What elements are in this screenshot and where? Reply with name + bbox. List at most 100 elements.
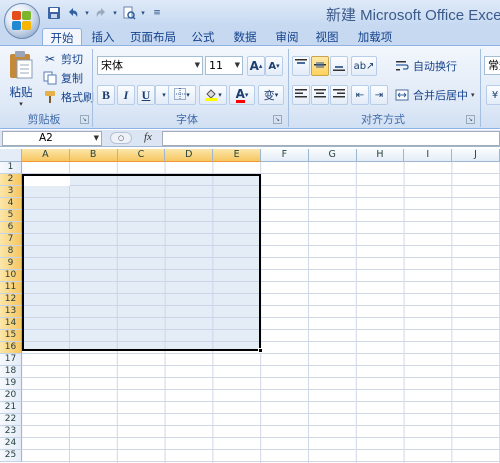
merge-center-button[interactable]: 合并后居中 ▾ <box>394 86 475 104</box>
font-name-value: 宋体 <box>101 59 123 72</box>
number-format-combo[interactable]: 常规 <box>484 56 500 75</box>
redo-icon[interactable] <box>93 5 109 21</box>
undo-icon[interactable] <box>65 5 81 21</box>
fill-handle[interactable] <box>258 348 263 353</box>
fill-color-button[interactable]: ▾ <box>199 85 227 105</box>
row-header-19[interactable]: 19 <box>0 378 22 390</box>
wrap-text-icon <box>394 58 410 74</box>
font-color-button[interactable]: A ▾ <box>229 85 255 105</box>
wrap-text-button[interactable]: 自动换行 <box>394 57 457 75</box>
row-header-10[interactable]: 10 <box>0 270 22 282</box>
shrink-font-button[interactable]: A ▾ <box>265 56 283 76</box>
row-header-25[interactable]: 25 <box>0 450 22 462</box>
column-header-e[interactable]: E <box>213 149 261 162</box>
row-header-2[interactable]: 2 <box>0 174 22 186</box>
orientation-button[interactable]: ab↗ <box>351 56 377 76</box>
increase-indent-button[interactable]: ⇥ <box>370 85 388 105</box>
row-header-23[interactable]: 23 <box>0 426 22 438</box>
column-header-c[interactable]: C <box>117 149 166 162</box>
row-header-1[interactable]: 1 <box>0 162 22 174</box>
row-header-8[interactable]: 8 <box>0 246 22 258</box>
column-header-a[interactable]: A <box>22 149 70 162</box>
alignment-dialog-launcher-icon[interactable]: ↘ <box>466 115 475 124</box>
align-middle-button[interactable] <box>311 56 329 76</box>
row-header-3[interactable]: 3 <box>0 186 22 198</box>
active-cell[interactable] <box>24 176 70 186</box>
row-header-13[interactable]: 13 <box>0 306 22 318</box>
print-preview-dropdown-icon[interactable]: ▾ <box>140 5 146 21</box>
scissors-icon: ✂ <box>44 52 56 66</box>
print-preview-icon[interactable] <box>121 5 137 21</box>
tab-data[interactable]: 数据 <box>230 28 260 46</box>
format-painter-button[interactable]: 格式刷 <box>42 88 94 106</box>
row-header-17[interactable]: 17 <box>0 354 22 366</box>
copy-button[interactable]: 复制 <box>42 69 83 87</box>
row-header-7[interactable]: 7 <box>0 234 22 246</box>
column-header-j[interactable]: J <box>452 149 500 162</box>
decrease-indent-button[interactable]: ⇤ <box>351 85 369 105</box>
row-header-11[interactable]: 11 <box>0 282 22 294</box>
font-size-combo[interactable]: 11 ▼ <box>205 56 243 75</box>
undo-dropdown-icon[interactable]: ▾ <box>84 5 90 21</box>
tab-view[interactable]: 视图 <box>312 28 342 46</box>
accounting-format-button[interactable]: ¥ <box>486 85 500 105</box>
font-dialog-launcher-icon[interactable]: ↘ <box>273 115 282 124</box>
tab-review[interactable]: 审阅 <box>272 28 302 46</box>
group-divider <box>480 49 481 127</box>
redo-dropdown-icon[interactable]: ▾ <box>112 5 118 21</box>
save-icon[interactable] <box>46 5 62 21</box>
row-header-5[interactable]: 5 <box>0 210 22 222</box>
row-header-21[interactable]: 21 <box>0 402 22 414</box>
decrease-indent-icon: ⇤ <box>355 89 365 101</box>
tab-addins[interactable]: 加载项 <box>354 28 396 46</box>
font-name-combo[interactable]: 宋体 ▼ <box>97 56 203 75</box>
row-header-9[interactable]: 9 <box>0 258 22 270</box>
row-header-24[interactable]: 24 <box>0 438 22 450</box>
underline-button[interactable]: U <box>137 85 155 105</box>
cut-button[interactable]: ✂ 剪切 <box>42 50 83 68</box>
phonetic-button[interactable]: 变 ▾ <box>258 85 284 105</box>
insert-function-icon[interactable]: fx <box>144 131 152 143</box>
column-header-f[interactable]: F <box>261 149 309 162</box>
paste-label: 粘贴 <box>9 85 33 99</box>
paste-button[interactable]: 粘贴 ▾ <box>4 50 38 108</box>
customize-qat-icon[interactable]: ≡ <box>149 5 165 21</box>
align-center-button[interactable] <box>311 85 329 105</box>
row-header-15[interactable]: 15 <box>0 330 22 342</box>
align-right-button[interactable] <box>330 85 348 105</box>
column-header-h[interactable]: H <box>356 149 405 162</box>
borders-icon <box>174 87 187 103</box>
row-header-14[interactable]: 14 <box>0 318 22 330</box>
row-header-12[interactable]: 12 <box>0 294 22 306</box>
tab-insert[interactable]: 插入 <box>88 28 118 46</box>
bold-button[interactable]: B <box>97 85 115 105</box>
name-box[interactable]: A2 ▼ <box>2 131 102 146</box>
tab-formulas[interactable]: 公式 <box>188 28 218 46</box>
formula-input[interactable] <box>162 131 500 146</box>
align-top-button[interactable] <box>292 56 310 76</box>
grow-font-button[interactable]: A ▴ <box>247 56 265 76</box>
column-header-d[interactable]: D <box>165 149 214 162</box>
row-header-22[interactable]: 22 <box>0 414 22 426</box>
row-header-20[interactable]: 20 <box>0 390 22 402</box>
row-header-6[interactable]: 6 <box>0 222 22 234</box>
column-header-i[interactable]: I <box>404 149 453 162</box>
clipboard-dialog-launcher-icon[interactable]: ↘ <box>80 115 89 124</box>
borders-button[interactable]: ▾ <box>168 85 196 105</box>
column-header-g[interactable]: G <box>308 149 357 162</box>
tab-page-layout[interactable]: 页面布局 <box>128 28 178 46</box>
selected-range[interactable] <box>22 174 261 351</box>
align-left-button[interactable] <box>292 85 310 105</box>
row-header-4[interactable]: 4 <box>0 198 22 210</box>
align-bottom-button[interactable] <box>330 56 348 76</box>
office-button[interactable] <box>4 3 40 39</box>
paste-dropdown-icon: ▾ <box>19 100 23 108</box>
italic-button[interactable]: I <box>117 85 135 105</box>
tab-home[interactable]: 开始 <box>42 28 82 46</box>
row-header-18[interactable]: 18 <box>0 366 22 378</box>
column-header-b[interactable]: B <box>69 149 118 162</box>
select-all-button[interactable] <box>0 149 22 162</box>
row-header-16[interactable]: 16 <box>0 342 22 354</box>
increase-indent-icon: ⇥ <box>374 89 384 101</box>
expand-handle-icon[interactable]: ○ <box>110 132 132 144</box>
